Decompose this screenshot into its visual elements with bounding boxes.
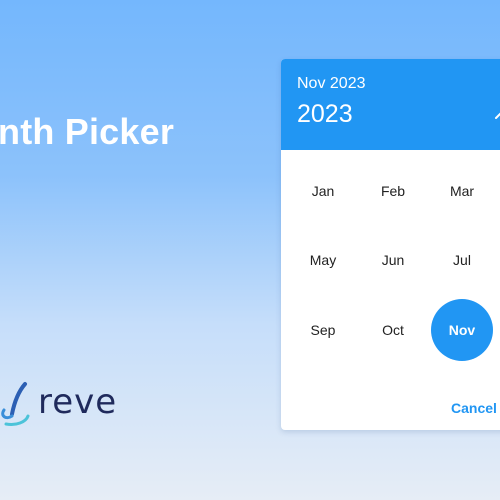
month-feb[interactable]: Feb: [362, 160, 424, 222]
month-nov-selected[interactable]: Nov: [431, 299, 493, 361]
chevron-up-icon[interactable]: [492, 105, 500, 125]
month-may[interactable]: May: [292, 229, 354, 291]
logo-text: reve: [38, 382, 118, 422]
month-sep[interactable]: Sep: [292, 299, 354, 361]
month-jun[interactable]: Jun: [362, 229, 424, 291]
month-mar[interactable]: Mar: [431, 160, 493, 222]
month-picker-dialog: Nov 2023 2023 Jan Feb Mar May Jun Jul Se…: [281, 59, 500, 430]
month-jul[interactable]: Jul: [431, 229, 493, 291]
brand-logo: reve: [0, 375, 117, 435]
year-selector[interactable]: 2023: [297, 100, 353, 129]
cancel-button[interactable]: Cancel: [451, 400, 497, 416]
page-title: nth Picker: [0, 111, 175, 152]
month-oct[interactable]: Oct: [362, 299, 424, 361]
selected-date-label: Nov 2023: [297, 75, 366, 92]
picker-header: Nov 2023 2023: [281, 59, 500, 150]
reve-logo-icon: [1, 382, 30, 426]
month-jan[interactable]: Jan: [292, 160, 354, 222]
